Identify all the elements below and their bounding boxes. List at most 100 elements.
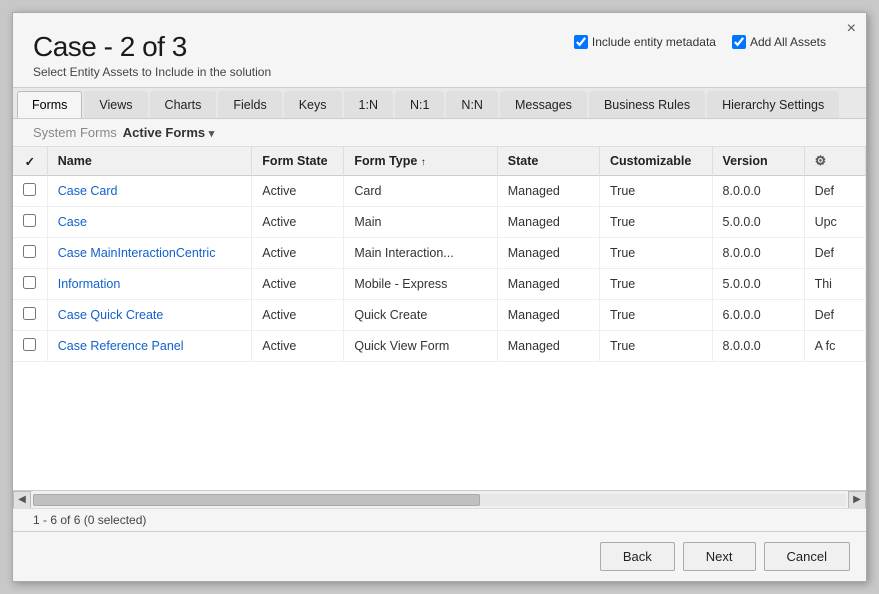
tab-hierarchy-settings[interactable]: Hierarchy Settings	[707, 91, 839, 118]
row-state-cell: Managed	[497, 176, 599, 207]
row-extra-cell: A fc	[804, 331, 865, 362]
table-row[interactable]: Case Quick Create Active Quick Create Ma…	[13, 300, 866, 331]
row-checkbox-cell[interactable]	[13, 269, 47, 300]
row-extra-cell: Def	[804, 176, 865, 207]
row-version-cell: 8.0.0.0	[712, 238, 804, 269]
row-state-cell: Managed	[497, 207, 599, 238]
next-button[interactable]: Next	[683, 542, 756, 571]
row-name-cell[interactable]: Information	[47, 269, 252, 300]
row-checkbox-cell[interactable]	[13, 238, 47, 269]
row-checkbox-2[interactable]	[23, 245, 36, 258]
row-extra-cell: Def	[804, 300, 865, 331]
row-form-type-cell: Card	[344, 176, 497, 207]
col-header-version[interactable]: Version	[712, 147, 804, 176]
table-row[interactable]: Case MainInteractionCentric Active Main …	[13, 238, 866, 269]
row-form-type-cell: Quick View Form	[344, 331, 497, 362]
row-checkbox-cell[interactable]	[13, 207, 47, 238]
row-checkbox-cell[interactable]	[13, 300, 47, 331]
row-customizable-cell: True	[600, 176, 713, 207]
row-form-type-cell: Main	[344, 207, 497, 238]
close-button[interactable]: ×	[847, 21, 856, 37]
dialog-subtitle: Select Entity Assets to Include in the s…	[33, 65, 846, 79]
main-dialog: × Case - 2 of 3 Select Entity Assets to …	[12, 12, 867, 582]
tab-fields[interactable]: Fields	[218, 91, 281, 118]
dialog-meta: Include entity metadata Add All Assets	[574, 35, 826, 49]
row-name-link[interactable]: Case MainInteractionCentric	[58, 246, 216, 260]
add-all-assets-label[interactable]: Add All Assets	[732, 35, 826, 49]
table-row[interactable]: Information Active Mobile - Express Mana…	[13, 269, 866, 300]
row-form-state-cell: Active	[252, 300, 344, 331]
row-name-link[interactable]: Information	[58, 277, 121, 291]
dialog-header: Case - 2 of 3 Select Entity Assets to In…	[13, 13, 866, 87]
table-row[interactable]: Case Active Main Managed True 5.0.0.0 Up…	[13, 207, 866, 238]
tab-messages[interactable]: Messages	[500, 91, 587, 118]
include-entity-metadata-label[interactable]: Include entity metadata	[574, 35, 716, 49]
scroll-thumb[interactable]	[33, 494, 480, 506]
forms-table: ✓ Name Form State Form Type ↑ State Cust…	[13, 147, 866, 362]
row-version-cell: 8.0.0.0	[712, 176, 804, 207]
row-name-link[interactable]: Case Card	[58, 184, 118, 198]
scroll-left-button[interactable]: ◀	[13, 491, 31, 509]
row-checkbox-0[interactable]	[23, 183, 36, 196]
status-text: 1 - 6 of 6 (0 selected)	[33, 513, 146, 527]
col-header-extra[interactable]: ⚙	[804, 147, 865, 176]
row-name-cell[interactable]: Case	[47, 207, 252, 238]
tab-nn[interactable]: N:N	[446, 91, 498, 118]
row-customizable-cell: True	[600, 300, 713, 331]
row-checkbox-4[interactable]	[23, 307, 36, 320]
row-customizable-cell: True	[600, 207, 713, 238]
col-header-check[interactable]: ✓	[13, 147, 47, 176]
row-name-cell[interactable]: Case Reference Panel	[47, 331, 252, 362]
col-header-form-state[interactable]: Form State	[252, 147, 344, 176]
row-checkbox-3[interactable]	[23, 276, 36, 289]
scroll-right-button[interactable]: ▶	[848, 491, 866, 509]
col-header-form-type[interactable]: Form Type ↑	[344, 147, 497, 176]
row-checkbox-1[interactable]	[23, 214, 36, 227]
col-header-name[interactable]: Name	[47, 147, 252, 176]
row-extra-cell: Def	[804, 238, 865, 269]
tab-n1[interactable]: N:1	[395, 91, 444, 118]
table-row[interactable]: Case Reference Panel Active Quick View F…	[13, 331, 866, 362]
row-version-cell: 5.0.0.0	[712, 207, 804, 238]
back-button[interactable]: Back	[600, 542, 675, 571]
horizontal-scrollbar[interactable]: ◀ ▶	[13, 490, 866, 508]
row-name-cell[interactable]: Case Card	[47, 176, 252, 207]
active-forms-label[interactable]: Active Forms ▾	[123, 125, 215, 140]
include-entity-metadata-text: Include entity metadata	[592, 35, 716, 49]
tab-keys[interactable]: Keys	[284, 91, 342, 118]
row-name-cell[interactable]: Case Quick Create	[47, 300, 252, 331]
row-name-link[interactable]: Case Reference Panel	[58, 339, 184, 353]
row-name-link[interactable]: Case Quick Create	[58, 308, 164, 322]
row-name-cell[interactable]: Case MainInteractionCentric	[47, 238, 252, 269]
row-form-state-cell: Active	[252, 207, 344, 238]
row-state-cell: Managed	[497, 300, 599, 331]
sort-icon-form-type: ↑	[421, 157, 426, 168]
add-all-assets-text: Add All Assets	[750, 35, 826, 49]
row-state-cell: Managed	[497, 238, 599, 269]
row-version-cell: 8.0.0.0	[712, 331, 804, 362]
row-extra-cell: Upc	[804, 207, 865, 238]
cancel-button[interactable]: Cancel	[764, 542, 850, 571]
tab-charts[interactable]: Charts	[150, 91, 217, 118]
tab-1n[interactable]: 1:N	[344, 91, 393, 118]
status-bar: 1 - 6 of 6 (0 selected)	[13, 508, 866, 531]
scroll-track[interactable]	[33, 494, 846, 506]
col-header-state[interactable]: State	[497, 147, 599, 176]
row-checkbox-cell[interactable]	[13, 331, 47, 362]
add-all-assets-checkbox[interactable]	[732, 35, 746, 49]
row-checkbox-5[interactable]	[23, 338, 36, 351]
row-customizable-cell: True	[600, 269, 713, 300]
row-form-state-cell: Active	[252, 238, 344, 269]
col-header-customizable[interactable]: Customizable	[600, 147, 713, 176]
active-forms-dropdown-icon: ▾	[209, 128, 215, 140]
tab-business-rules[interactable]: Business Rules	[589, 91, 705, 118]
include-entity-metadata-checkbox[interactable]	[574, 35, 588, 49]
row-form-type-cell: Quick Create	[344, 300, 497, 331]
row-form-state-cell: Active	[252, 331, 344, 362]
tab-forms[interactable]: Forms	[17, 91, 82, 118]
row-version-cell: 6.0.0.0	[712, 300, 804, 331]
tab-views[interactable]: Views	[84, 91, 147, 118]
row-checkbox-cell[interactable]	[13, 176, 47, 207]
row-name-link[interactable]: Case	[58, 215, 87, 229]
table-row[interactable]: Case Card Active Card Managed True 8.0.0…	[13, 176, 866, 207]
